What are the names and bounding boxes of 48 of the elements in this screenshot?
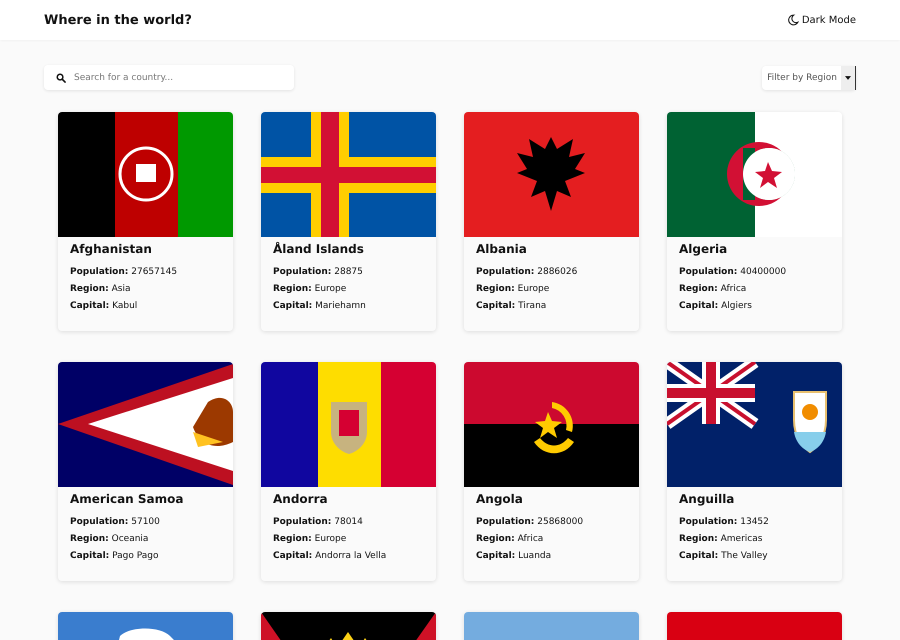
population-text: Population: 78014 [273,517,364,528]
site-title: Where in the world? [44,12,192,28]
moon-icon [786,14,799,26]
population-text: Population: 28875 [273,267,364,278]
country-name: Algeria [679,242,728,256]
dropdown-toggle[interactable] [841,66,856,90]
search-field[interactable]: Search for a country... [44,65,294,90]
population-text: Population: 25868000 [476,517,584,528]
country-card[interactable]: Angola Population: 25868000 Region: Africa Capital: Luanda [464,362,639,581]
country-name: Åland Islands [273,242,365,256]
country-card[interactable]: Åland Islands Population: 28875 Region: Europe Capital: Mariehamn [261,112,436,331]
region-text: Region: Asia [70,284,132,295]
country-card[interactable]: Albania Population: 2886026 Region: Europe Capital: Tirana [464,112,639,331]
country-card[interactable]: Algeria Population: 40400000 Region: Africa Capital: Algiers [667,112,842,331]
region-filter-dropdown[interactable]: Filter by Region [762,66,856,90]
country-card[interactable]: Anguilla Population: 13452 Region: Americas Capital: The Valley [667,362,842,581]
population-text: Population: 13452 [679,517,770,528]
capital-text: Capital: Luanda [476,551,552,562]
region-text: Region: Europe [273,534,348,545]
capital-text: Capital: The Valley [679,551,769,562]
population-text: Population: 2886026 [476,267,578,278]
filter-label: Filter by Region [766,72,838,84]
region-text: Region: Africa [679,284,748,295]
country-name: Anguilla [679,492,736,506]
population-text: Population: 27657145 [70,267,178,278]
capital-text: Capital: Pago Pago [70,551,160,562]
region-text: Region: Oceania [70,534,150,545]
caret-icon [845,76,851,80]
dark-mode-toggle[interactable]: Dark Mode [786,14,856,26]
capital-text: Capital: Andorra la Vella [273,551,388,562]
country-card[interactable]: Andorra Population: 78014 Region: Europe Capital: Andorra la Vella [261,362,436,581]
region-text: Region: Europe [476,284,550,295]
population-text: Population: 40400000 [679,267,788,278]
capital-text: Capital: Mariehamn [273,301,367,312]
capital-text: Capital: Kabul [70,301,138,312]
region-text: Region: Americas [679,534,764,545]
population-text: Population: 57100 [70,517,161,528]
country-name: Andorra [273,492,329,506]
country-name: Angola [476,492,524,506]
country-name: Afghanistan [70,242,153,256]
country-card[interactable]: Afghanistan Population: 27657145 Region: Asia Capital: Kabul [58,112,233,331]
country-name: Albania [476,242,528,256]
capital-text: Capital: Algiers [679,301,753,312]
country-card[interactable]: American Samoa Population: 57100 Region: Oceania Capital: Pago Pago [58,362,233,581]
country-name: American Samoa [70,492,184,506]
region-text: Region: Europe [273,284,348,295]
capital-text: Capital: Tirana [476,301,548,312]
region-text: Region: Africa [476,534,544,545]
